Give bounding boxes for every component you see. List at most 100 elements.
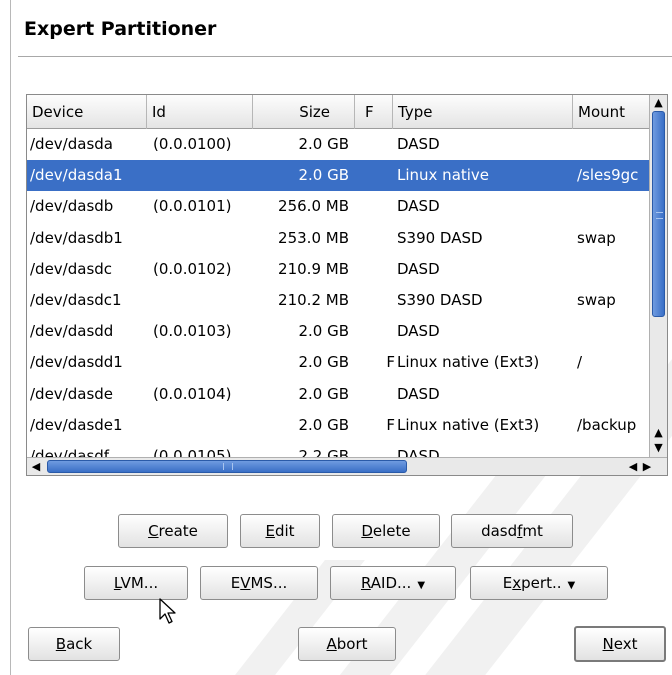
raid-label: AID...	[370, 574, 412, 592]
table-row[interactable]: /dev/dasdc (0.0.0102) 210.9 MB DASD	[27, 254, 649, 285]
cell-type: DASD	[397, 259, 440, 278]
dropdown-arrow-icon: ▼	[567, 580, 576, 591]
scroll-left-icon[interactable]: ◀	[27, 458, 45, 475]
expert-label-pre: E	[502, 574, 513, 592]
dasdfmt-label: mt	[522, 522, 543, 540]
vertical-scrollbar[interactable]: ▲ ▲ ▼	[649, 95, 667, 457]
evms-label: MS...	[250, 574, 288, 592]
cell-type: DASD	[397, 384, 440, 403]
cell-size: 2.0 GB	[298, 135, 349, 153]
cell-id: (0.0.0103)	[153, 322, 232, 341]
cell-size: 2.0 GB	[298, 353, 349, 372]
table-header: Device Id Size F Type Mount	[27, 95, 649, 129]
column-header-id[interactable]: Id	[147, 95, 253, 129]
scroll-up-icon[interactable]: ▲	[650, 425, 667, 441]
cell-size: 210.9 MB	[278, 259, 349, 278]
column-header-type[interactable]: Type	[393, 95, 573, 129]
cell-f: F	[386, 415, 395, 434]
cell-id: (0.0.0102)	[153, 259, 232, 278]
vertical-scroll-thumb[interactable]	[652, 111, 665, 317]
table-row[interactable]: /dev/dasde1 2.0 GB F Linux native (Ext3)…	[27, 410, 649, 441]
scroll-down-icon[interactable]: ▼	[650, 440, 667, 456]
cell-mount: /backup	[577, 415, 637, 434]
edit-label: dit	[274, 522, 295, 540]
scroll-right-icon[interactable]: ▶	[639, 458, 655, 475]
cell-device: /dev/dasdd	[30, 322, 114, 341]
lvm-button[interactable]: LVM...	[84, 566, 188, 600]
table-body: /dev/dasda (0.0.0100) 2.0 GB DASD /dev/d…	[27, 129, 649, 472]
cell-mount: /	[577, 353, 583, 372]
mouse-pointer-icon	[159, 598, 176, 624]
abort-button[interactable]: Abort	[298, 627, 396, 661]
cell-device: /dev/dasdc	[30, 259, 113, 278]
table-row[interactable]: /dev/dasdc1 210.2 MB S390 DASD swap	[27, 285, 649, 316]
cell-size: 253.0 MB	[278, 228, 349, 247]
column-header-mount[interactable]: Mount	[573, 95, 649, 129]
next-button[interactable]: Next	[574, 626, 666, 662]
back-button[interactable]: Back	[28, 627, 120, 661]
column-header-size[interactable]: Size	[253, 95, 355, 129]
cell-size: 2.0 GB	[298, 415, 349, 434]
cell-device: /dev/dasdb	[30, 197, 114, 216]
next-label: ext	[613, 635, 638, 653]
horizontal-scrollbar[interactable]: ◀ ◀ ▶	[27, 457, 667, 475]
back-mnemonic: B	[55, 635, 67, 653]
scroll-up-icon[interactable]: ▲	[650, 95, 667, 111]
dasdfmt-button[interactable]: dasdfmt	[451, 514, 573, 548]
table-row[interactable]: /dev/dasde (0.0.0104) 2.0 GB DASD	[27, 379, 649, 410]
evms-button[interactable]: EVMS...	[200, 566, 318, 600]
create-button[interactable]: Create	[118, 514, 228, 548]
raid-mnemonic: R	[360, 574, 371, 592]
edit-button[interactable]: Edit	[240, 514, 320, 548]
create-mnemonic: C	[148, 522, 159, 540]
column-header-f[interactable]: F	[355, 95, 393, 129]
cell-id: (0.0.0104)	[153, 384, 232, 403]
partition-table[interactable]: Device Id Size F Type Mount /dev/dasda (…	[26, 94, 668, 476]
lvm-mnemonic: L	[113, 574, 121, 592]
abort-label: bort	[336, 635, 368, 653]
expert-label: pert..	[521, 574, 562, 592]
grip-icon	[223, 463, 233, 470]
cell-device: /dev/dasdd1	[30, 353, 123, 372]
grip-icon	[656, 212, 663, 219]
cell-f: F	[386, 353, 395, 372]
dropdown-arrow-icon: ▼	[417, 580, 426, 591]
cell-type: S390 DASD	[397, 290, 483, 309]
cell-device: /dev/dasda1	[30, 166, 123, 185]
cell-type: DASD	[397, 135, 440, 153]
cell-id: (0.0.0101)	[153, 197, 232, 216]
cell-mount: swap	[577, 228, 616, 247]
cell-size: 2.0 GB	[298, 322, 349, 341]
edit-mnemonic: E	[265, 522, 275, 540]
cell-type: Linux native (Ext3)	[397, 353, 540, 372]
cell-size: 256.0 MB	[278, 197, 349, 216]
cell-mount: swap	[577, 290, 616, 309]
cell-device: /dev/dasde1	[30, 415, 123, 434]
create-label: reate	[158, 522, 198, 540]
table-row[interactable]: /dev/dasdd1 2.0 GB F Linux native (Ext3)…	[27, 347, 649, 378]
back-label: ack	[66, 635, 93, 653]
table-row[interactable]: /dev/dasdb (0.0.0101) 256.0 MB DASD	[27, 191, 649, 222]
delete-button[interactable]: Delete	[332, 514, 440, 548]
cell-type: DASD	[397, 322, 440, 341]
evms-label-pre: E	[230, 574, 241, 592]
table-row[interactable]: /dev/dasdb1 253.0 MB S390 DASD swap	[27, 223, 649, 254]
page-title: Expert Partitioner	[24, 18, 217, 40]
title-divider	[18, 56, 672, 57]
table-row[interactable]: /dev/dasda (0.0.0100) 2.0 GB DASD	[27, 129, 649, 160]
delete-mnemonic: D	[361, 522, 373, 540]
table-row[interactable]: /dev/dasdd (0.0.0103) 2.0 GB DASD	[27, 316, 649, 347]
next-mnemonic: N	[602, 635, 614, 653]
dasdfmt-label-pre: dasd	[481, 522, 518, 540]
raid-menu-button[interactable]: RAID... ▼	[330, 566, 456, 600]
abort-mnemonic: A	[326, 635, 337, 653]
table-row-selected[interactable]: /dev/dasda1 2.0 GB Linux native /sles9gc	[27, 160, 649, 192]
expert-menu-button[interactable]: Expert.. ▼	[470, 566, 608, 600]
cell-device: /dev/dasdb1	[30, 228, 123, 247]
column-header-device[interactable]: Device	[27, 95, 147, 129]
horizontal-scroll-thumb[interactable]	[47, 460, 407, 473]
cell-type: Linux native (Ext3)	[397, 415, 540, 434]
cell-type: S390 DASD	[397, 228, 483, 247]
cell-size: 2.0 GB	[298, 166, 349, 185]
expert-mnemonic: x	[512, 574, 522, 592]
